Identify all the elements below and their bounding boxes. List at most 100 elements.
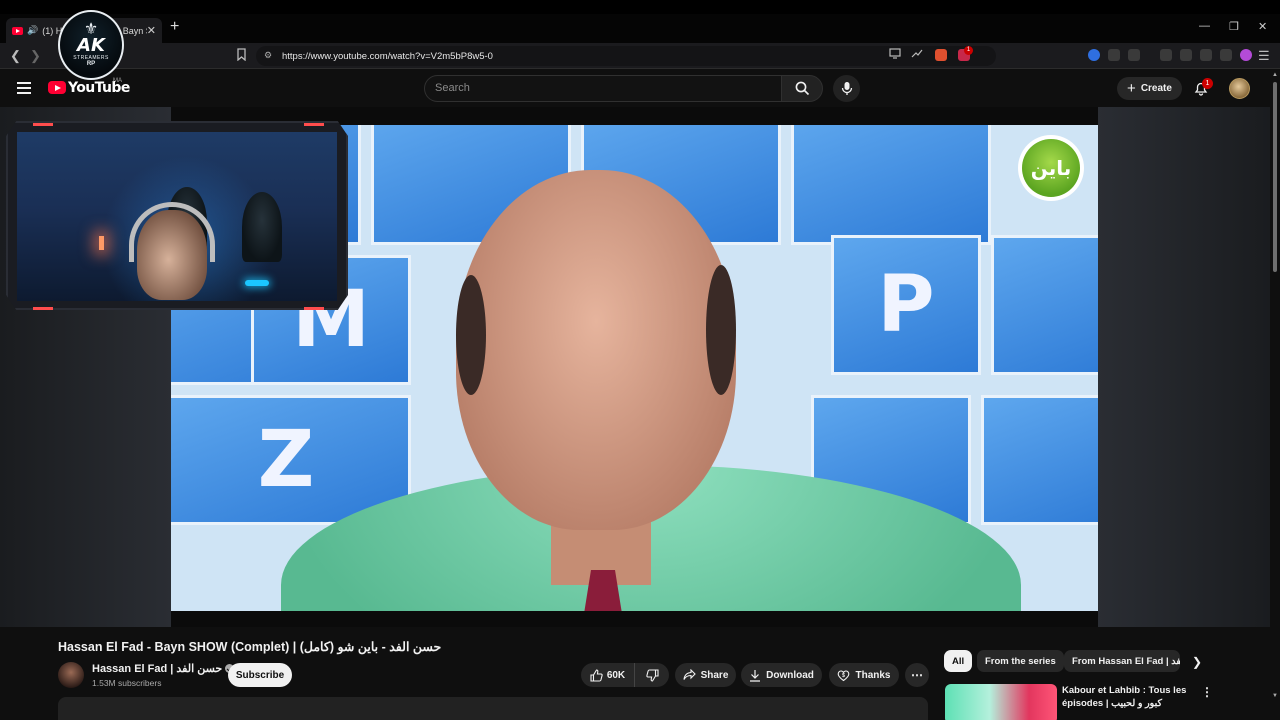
download-icon bbox=[750, 669, 761, 682]
subscribe-button[interactable]: Subscribe bbox=[228, 663, 292, 687]
channel-name-text: Hassan El Fad | حسن الفد bbox=[92, 663, 223, 675]
plus-icon: + bbox=[1127, 80, 1136, 97]
thanks-button[interactable]: $ Thanks bbox=[829, 663, 899, 687]
brave-shields-icon[interactable] bbox=[935, 49, 947, 61]
screen: 🔊 (1) Hassan El Fad - Bayn SHOW ✕ + — ❐ … bbox=[0, 0, 1280, 720]
webcam-overlay bbox=[6, 121, 348, 310]
plant-silhouette bbox=[242, 192, 282, 262]
browser-tab-bar: 🔊 (1) Hassan El Fad - Bayn SHOW ✕ + — ❐ … bbox=[0, 0, 1280, 43]
board-panel: P bbox=[831, 235, 981, 375]
vpn-icon[interactable] bbox=[1220, 49, 1232, 61]
recommendation-title[interactable]: Kabour et Lahbib : Tous les épisodes | ك… bbox=[1062, 684, 1192, 710]
menu-icon[interactable]: ☰ bbox=[1258, 48, 1270, 64]
bayn-channel-logo: باين bbox=[1018, 135, 1084, 201]
presenter-head bbox=[456, 170, 736, 530]
page-scrollbar[interactable]: ▲ ▼ bbox=[1270, 70, 1280, 720]
chip-all[interactable]: All bbox=[944, 650, 973, 672]
share-page-icon[interactable] bbox=[911, 48, 923, 59]
chip-from-the-series[interactable]: From the series bbox=[977, 650, 1064, 672]
frame-accent bbox=[304, 123, 324, 126]
voice-search-button[interactable] bbox=[833, 75, 860, 102]
thanks-icon: $ bbox=[838, 669, 850, 681]
bookmark-icon[interactable] bbox=[236, 48, 247, 61]
new-tab-icon[interactable]: + bbox=[170, 18, 179, 36]
scrollbar-thumb[interactable] bbox=[1273, 82, 1277, 272]
thumbs-up-icon bbox=[590, 668, 603, 682]
chip-from-channel[interactable]: From Hassan El Fad | حسن الفد bbox=[1064, 650, 1180, 672]
youtube-logo-icon[interactable] bbox=[48, 81, 66, 94]
watch-metadata: Hassan El Fad - Bayn SHOW (Complet) | حس… bbox=[0, 627, 1280, 720]
url-text: https://www.youtube.com/watch?v=V2m5bP8w… bbox=[282, 50, 493, 62]
board-panel bbox=[791, 125, 991, 245]
letterbox-bottom bbox=[171, 611, 1098, 627]
like-button[interactable]: 60K bbox=[581, 663, 635, 687]
dislike-button[interactable] bbox=[635, 663, 669, 687]
frame-accent bbox=[304, 307, 324, 310]
board-panel bbox=[981, 395, 1098, 525]
channel-name[interactable]: Hassan El Fad | حسن الفد bbox=[92, 662, 235, 675]
more-actions-button[interactable]: ⋯ bbox=[905, 663, 929, 687]
forward-icon[interactable]: ❯ bbox=[30, 48, 41, 64]
microphone-icon bbox=[841, 82, 852, 95]
tab-close-icon[interactable]: ✕ bbox=[147, 24, 156, 37]
download-button[interactable]: Download bbox=[741, 663, 822, 687]
wallet-icon[interactable] bbox=[1180, 49, 1192, 61]
window-close-icon[interactable]: ✕ bbox=[1258, 20, 1267, 33]
minimize-icon[interactable]: — bbox=[1199, 20, 1210, 32]
scroll-down-icon[interactable]: ▼ bbox=[1272, 693, 1278, 699]
site-info-icon[interactable]: ⚙ bbox=[264, 50, 272, 61]
account-avatar[interactable] bbox=[1229, 78, 1250, 99]
streamer-logo: ⚜ AK STREAMERS RP bbox=[58, 10, 124, 80]
search-icon bbox=[795, 81, 809, 96]
more-vertical-icon[interactable]: ⋮ bbox=[1201, 685, 1213, 699]
youtube-favicon-icon bbox=[12, 26, 23, 35]
search-input[interactable]: Search bbox=[424, 75, 782, 102]
guide-menu-icon[interactable] bbox=[17, 82, 31, 94]
profile-icon[interactable] bbox=[1240, 49, 1252, 61]
bayn-logo-text: باين bbox=[1022, 139, 1080, 197]
search-button[interactable] bbox=[781, 75, 823, 102]
description-box[interactable] bbox=[58, 697, 928, 720]
more-horizontal-icon: ⋯ bbox=[911, 668, 923, 682]
media-icon[interactable] bbox=[1160, 49, 1172, 61]
leo-ai-icon[interactable] bbox=[1088, 49, 1100, 61]
lamp bbox=[99, 236, 104, 250]
presenter-hair bbox=[456, 275, 486, 395]
region-code: MA bbox=[113, 78, 122, 84]
ai-icon[interactable] bbox=[1200, 49, 1212, 61]
share-icon bbox=[683, 669, 696, 680]
scroll-up-icon[interactable]: ▲ bbox=[1272, 72, 1278, 78]
create-button[interactable]: + Create bbox=[1117, 77, 1182, 100]
logo-tag-text: RP bbox=[86, 61, 96, 67]
back-icon[interactable]: ❮ bbox=[10, 48, 21, 64]
subscriber-count: 1.53M subscribers bbox=[92, 678, 162, 688]
youtube-header: YouTube MA Search + Create 1 bbox=[0, 70, 1280, 107]
restore-icon[interactable]: ❐ bbox=[1229, 20, 1239, 33]
ambient-right bbox=[1098, 107, 1270, 627]
speaker-icon[interactable]: 🔊 bbox=[27, 25, 38, 36]
webcam-feed bbox=[17, 132, 337, 301]
recommendation-thumbnail[interactable] bbox=[945, 684, 1057, 720]
board-letter: Z bbox=[257, 415, 315, 505]
thumbs-down-icon bbox=[645, 668, 659, 682]
share-label: Share bbox=[700, 669, 729, 681]
channel-avatar[interactable] bbox=[58, 662, 84, 688]
like-dislike-group: 60K bbox=[581, 663, 669, 687]
sidebar-toggle-icon[interactable] bbox=[1128, 49, 1140, 61]
cast-icon[interactable] bbox=[889, 48, 901, 59]
extensions-icon[interactable] bbox=[1108, 49, 1120, 61]
frame-accent bbox=[33, 123, 53, 126]
like-count: 60K bbox=[606, 669, 626, 681]
chevron-right-icon[interactable]: ❯ bbox=[1187, 652, 1207, 672]
frame-accent bbox=[33, 307, 53, 310]
svg-text:$: $ bbox=[843, 673, 846, 679]
create-label: Create bbox=[1140, 83, 1172, 94]
download-label: Download bbox=[766, 669, 814, 681]
share-button[interactable]: Share bbox=[675, 663, 736, 687]
address-bar: ❮ ❯ ⚙ https://www.youtube.com/watch?v=V2… bbox=[0, 43, 1280, 69]
notification-badge: 1 bbox=[1202, 78, 1213, 89]
logo-main-text: AK bbox=[77, 35, 105, 56]
url-field[interactable]: ⚙ https://www.youtube.com/watch?v=V2m5bP… bbox=[256, 46, 996, 66]
thanks-label: Thanks bbox=[855, 669, 891, 681]
board-panel bbox=[991, 235, 1098, 375]
